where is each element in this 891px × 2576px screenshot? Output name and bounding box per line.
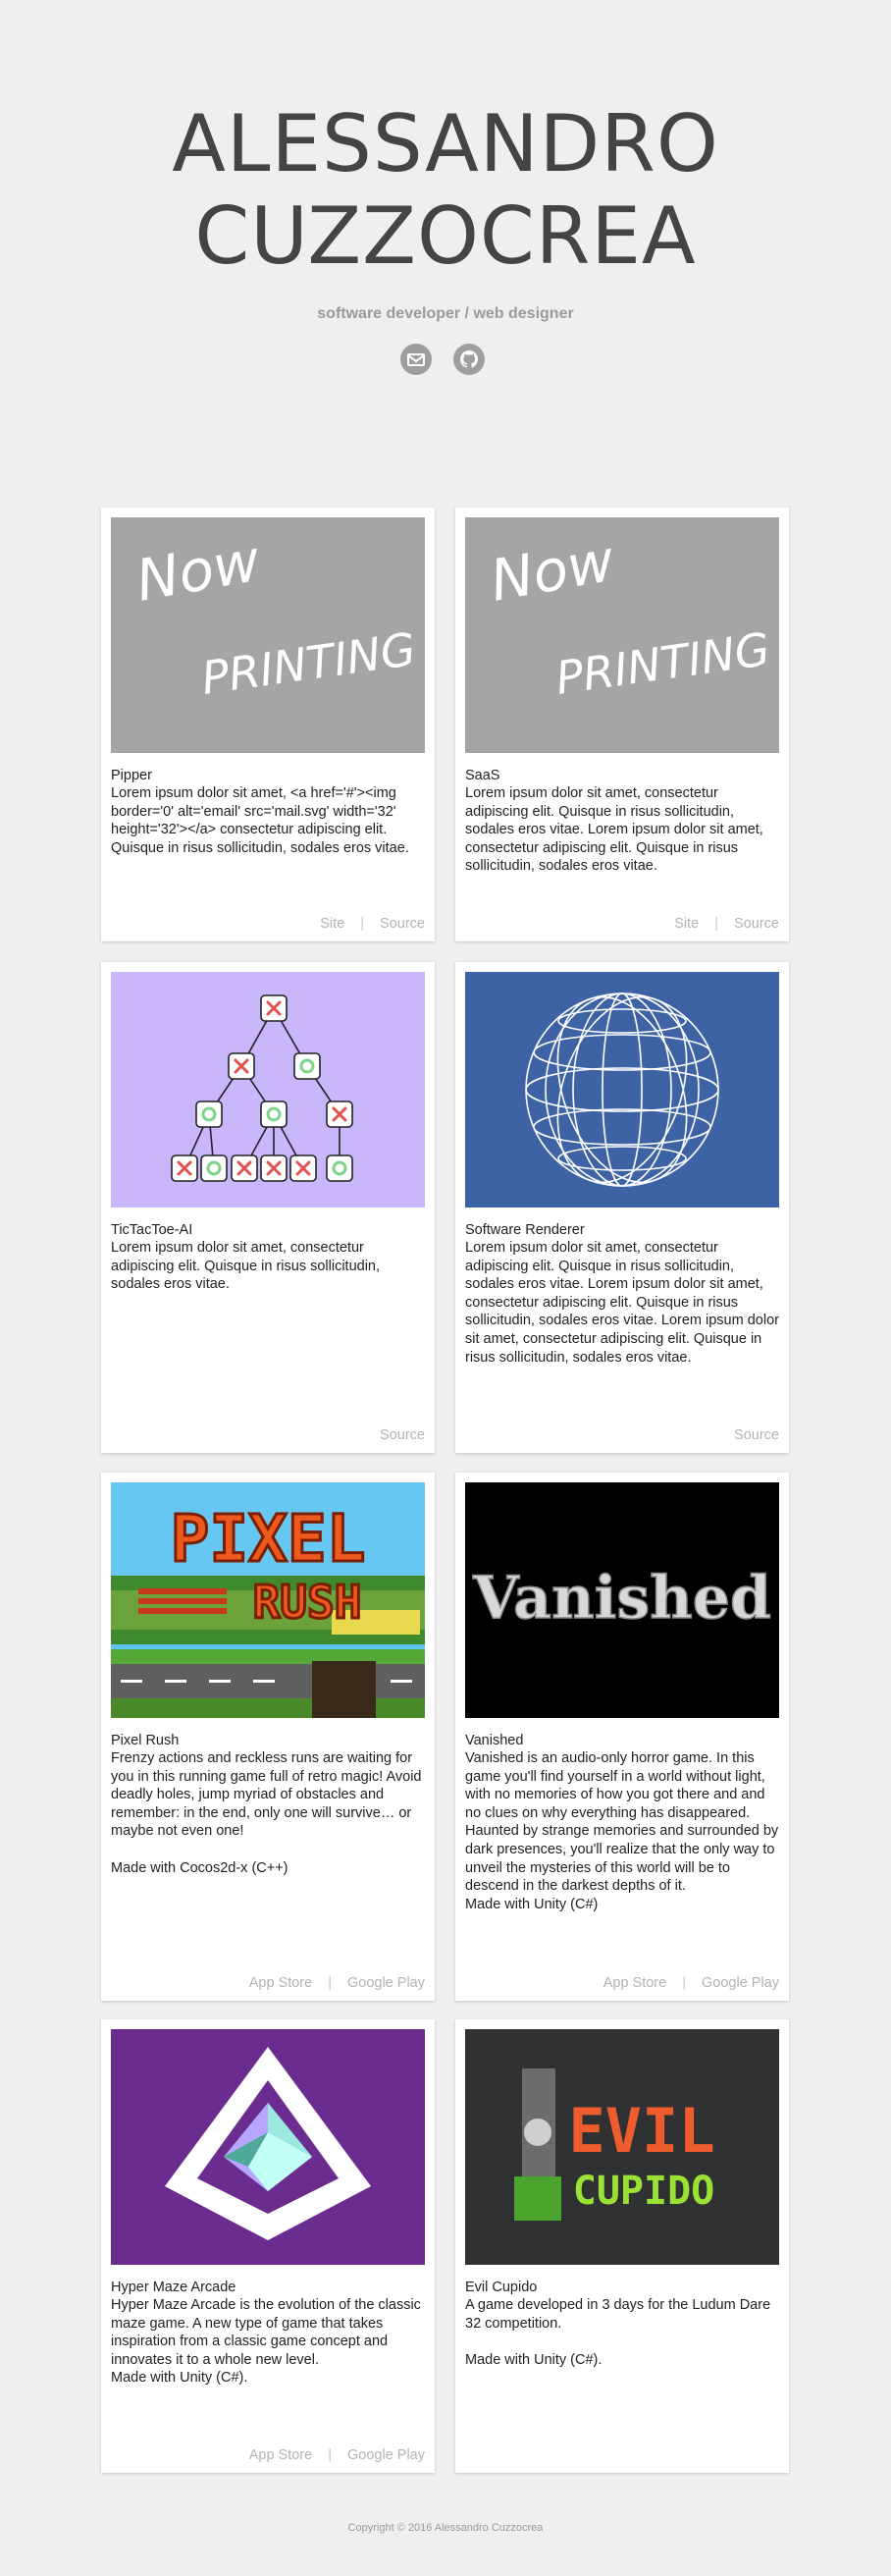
- placeholder-line2: PRINTING: [198, 622, 419, 705]
- project-title: Software Renderer: [465, 1222, 585, 1238]
- now-printing-image: Now PRINTING: [465, 517, 779, 753]
- project-card-pipper: Now PRINTING Pipper Lorem ipsum dolor si…: [101, 508, 435, 941]
- project-card-pixel-rush: PIXEL RUSH Pixel Rush Frenzy actions and…: [101, 1473, 435, 2001]
- project-card-evil-cupido: EVIL CUPIDO Evil Cupido A game developed…: [455, 2019, 789, 2473]
- evil-cupido-artwork: EVIL CUPIDO: [465, 2029, 779, 2265]
- project-links: App Store | Google Play: [249, 1975, 425, 1991]
- art-title-line1: EVIL: [568, 2095, 714, 2167]
- project-title: TicTacToe-AI: [111, 1222, 193, 1238]
- placeholder-line2: PRINTING: [552, 622, 773, 705]
- project-title: Hyper Maze Arcade: [111, 2280, 236, 2295]
- tagline: software developer / web designer: [317, 305, 574, 322]
- project-card-saas: Now PRINTING SaaS Lorem ipsum dolor sit …: [455, 508, 789, 941]
- link-separator: |: [714, 916, 719, 932]
- project-card-software-renderer: Software Renderer Lorem ipsum dolor sit …: [455, 962, 789, 1453]
- footer-copyright: Copyright © 2016 Alessandro Cuzzocrea: [347, 2522, 544, 2534]
- project-title: SaaS: [465, 768, 500, 783]
- github-icon[interactable]: [453, 344, 485, 375]
- google-play-link[interactable]: Google Play: [347, 1975, 425, 1991]
- google-play-link[interactable]: Google Play: [702, 1975, 779, 1991]
- project-links: Site | Source: [674, 916, 779, 932]
- project-title: Evil Cupido: [465, 2280, 538, 2295]
- site-title-line2: CUZZOCREA: [194, 190, 697, 282]
- source-link[interactable]: Source: [734, 916, 779, 932]
- vanished-artwork: Vanished: [465, 1482, 779, 1718]
- link-separator: |: [360, 916, 365, 932]
- project-links: Source: [380, 1427, 425, 1443]
- source-link[interactable]: Source: [734, 1427, 779, 1443]
- project-description: Vanished is an audio-only horror game. I…: [465, 1750, 779, 1912]
- link-separator: |: [328, 2447, 332, 2463]
- project-title: Vanished: [465, 1733, 524, 1748]
- project-description: A game developed in 3 days for the Ludum…: [465, 2297, 771, 2368]
- project-description: Lorem ipsum dolor sit amet, consectetur …: [111, 1240, 381, 1293]
- art-title: Vanished: [472, 1564, 771, 1633]
- now-printing-image: Now PRINTING: [111, 517, 425, 753]
- source-link[interactable]: Source: [380, 916, 425, 932]
- project-description: Lorem ipsum dolor sit amet, consectetur …: [465, 1240, 779, 1366]
- project-card-vanished: Vanished Vanished Vanished is an audio-o…: [455, 1473, 789, 2001]
- art-title-line2: RUSH: [253, 1576, 362, 1629]
- tictactoe-tree-image: [111, 972, 425, 1208]
- site-link[interactable]: Site: [320, 916, 344, 932]
- project-description: Hyper Maze Arcade is the evolution of th…: [111, 2297, 421, 2387]
- app-store-link[interactable]: App Store: [249, 2447, 313, 2463]
- project-card-hyper-maze: Hyper Maze Arcade Hyper Maze Arcade is t…: [101, 2019, 435, 2473]
- art-title-line1: PIXEL: [171, 1501, 366, 1577]
- project-title: Pipper: [111, 768, 152, 783]
- site-title-line1: ALESSANDRO: [172, 98, 719, 189]
- link-separator: |: [682, 1975, 686, 1991]
- site-title: ALESSANDRO CUZZOCREA: [0, 98, 891, 283]
- pixel-rush-artwork: PIXEL RUSH: [111, 1482, 425, 1718]
- source-link[interactable]: Source: [380, 1427, 425, 1443]
- project-links: App Store | Google Play: [603, 1975, 779, 1991]
- project-description: Lorem ipsum dolor sit amet, consectetur …: [465, 785, 763, 875]
- link-separator: |: [328, 1975, 332, 1991]
- placeholder-line1: Now: [486, 527, 620, 615]
- app-store-link[interactable]: App Store: [249, 1975, 313, 1991]
- project-links: App Store | Google Play: [249, 2447, 425, 2463]
- app-store-link[interactable]: App Store: [603, 1975, 667, 1991]
- mail-icon[interactable]: [400, 344, 432, 375]
- site-link[interactable]: Site: [674, 916, 699, 932]
- wireframe-sphere-image: [465, 972, 779, 1208]
- project-description: Frenzy actions and reckless runs are wai…: [111, 1750, 422, 1876]
- project-card-tictactoe: TicTacToe-AI Lorem ipsum dolor sit amet,…: [101, 962, 435, 1453]
- project-links: Site | Source: [320, 916, 425, 932]
- google-play-link[interactable]: Google Play: [347, 2447, 425, 2463]
- project-title: Pixel Rush: [111, 1733, 180, 1748]
- social-links: [400, 344, 485, 375]
- project-description: Lorem ipsum dolor sit amet, <a href='#'>…: [111, 785, 409, 856]
- placeholder-line1: Now: [131, 527, 266, 615]
- project-links: Source: [734, 1427, 779, 1443]
- hyper-maze-artwork: [111, 2029, 425, 2265]
- art-title-line2: CUPIDO: [573, 2169, 715, 2214]
